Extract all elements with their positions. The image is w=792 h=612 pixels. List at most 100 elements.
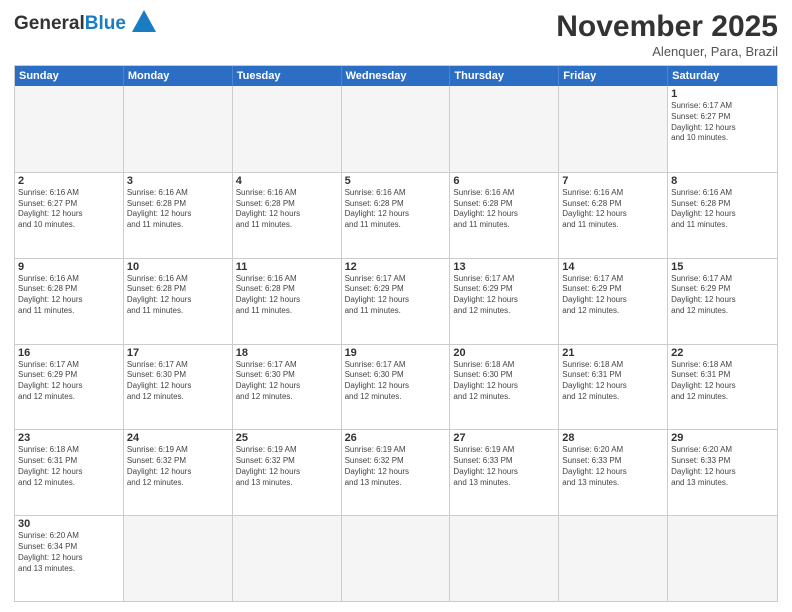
header-day-tuesday: Tuesday [233, 66, 342, 86]
calendar-row-2: 9Sunrise: 6:16 AMSunset: 6:28 PMDaylight… [15, 258, 777, 344]
calendar-cell: 12Sunrise: 6:17 AMSunset: 6:29 PMDayligh… [342, 259, 451, 344]
calendar-cell [342, 516, 451, 601]
calendar-cell: 16Sunrise: 6:17 AMSunset: 6:29 PMDayligh… [15, 345, 124, 430]
day-info: Sunrise: 6:17 AMSunset: 6:29 PMDaylight:… [18, 360, 120, 403]
calendar-cell: 14Sunrise: 6:17 AMSunset: 6:29 PMDayligh… [559, 259, 668, 344]
day-info: Sunrise: 6:16 AMSunset: 6:28 PMDaylight:… [236, 274, 338, 317]
day-number: 25 [236, 432, 338, 444]
calendar-cell: 15Sunrise: 6:17 AMSunset: 6:29 PMDayligh… [668, 259, 777, 344]
day-info: Sunrise: 6:16 AMSunset: 6:28 PMDaylight:… [236, 188, 338, 231]
day-number: 15 [671, 261, 774, 273]
calendar-cell: 8Sunrise: 6:16 AMSunset: 6:28 PMDaylight… [668, 173, 777, 258]
calendar-cell [450, 516, 559, 601]
day-info: Sunrise: 6:20 AMSunset: 6:34 PMDaylight:… [18, 531, 120, 574]
logo: GeneralBlue [14, 10, 160, 38]
calendar-cell: 10Sunrise: 6:16 AMSunset: 6:28 PMDayligh… [124, 259, 233, 344]
calendar-cell: 26Sunrise: 6:19 AMSunset: 6:32 PMDayligh… [342, 430, 451, 515]
calendar-cell [15, 86, 124, 172]
header: GeneralBlue November 2025 Alenquer, Para… [14, 10, 778, 59]
day-number: 11 [236, 261, 338, 273]
header-day-friday: Friday [559, 66, 668, 86]
calendar-cell: 11Sunrise: 6:16 AMSunset: 6:28 PMDayligh… [233, 259, 342, 344]
calendar-body: 1Sunrise: 6:17 AMSunset: 6:27 PMDaylight… [15, 86, 777, 601]
header-day-wednesday: Wednesday [342, 66, 451, 86]
day-number: 3 [127, 175, 229, 187]
day-number: 1 [671, 88, 774, 100]
calendar-cell: 23Sunrise: 6:18 AMSunset: 6:31 PMDayligh… [15, 430, 124, 515]
subtitle: Alenquer, Para, Brazil [556, 44, 778, 59]
calendar-cell: 17Sunrise: 6:17 AMSunset: 6:30 PMDayligh… [124, 345, 233, 430]
day-number: 12 [345, 261, 447, 273]
day-number: 21 [562, 347, 664, 359]
day-number: 4 [236, 175, 338, 187]
logo-row: GeneralBlue [14, 10, 160, 38]
calendar: SundayMondayTuesdayWednesdayThursdayFrid… [14, 65, 778, 602]
calendar-cell: 5Sunrise: 6:16 AMSunset: 6:28 PMDaylight… [342, 173, 451, 258]
day-number: 28 [562, 432, 664, 444]
day-info: Sunrise: 6:17 AMSunset: 6:29 PMDaylight:… [671, 274, 774, 317]
calendar-header: SundayMondayTuesdayWednesdayThursdayFrid… [15, 66, 777, 86]
calendar-cell: 20Sunrise: 6:18 AMSunset: 6:30 PMDayligh… [450, 345, 559, 430]
day-number: 24 [127, 432, 229, 444]
calendar-cell: 30Sunrise: 6:20 AMSunset: 6:34 PMDayligh… [15, 516, 124, 601]
calendar-row-0: 1Sunrise: 6:17 AMSunset: 6:27 PMDaylight… [15, 86, 777, 172]
calendar-cell: 24Sunrise: 6:19 AMSunset: 6:32 PMDayligh… [124, 430, 233, 515]
calendar-cell [124, 516, 233, 601]
day-number: 22 [671, 347, 774, 359]
day-info: Sunrise: 6:19 AMSunset: 6:32 PMDaylight:… [127, 445, 229, 488]
day-number: 30 [18, 518, 120, 530]
day-info: Sunrise: 6:17 AMSunset: 6:30 PMDaylight:… [236, 360, 338, 403]
day-info: Sunrise: 6:18 AMSunset: 6:31 PMDaylight:… [562, 360, 664, 403]
day-number: 20 [453, 347, 555, 359]
day-info: Sunrise: 6:16 AMSunset: 6:28 PMDaylight:… [127, 188, 229, 231]
calendar-row-5: 30Sunrise: 6:20 AMSunset: 6:34 PMDayligh… [15, 515, 777, 601]
day-info: Sunrise: 6:16 AMSunset: 6:27 PMDaylight:… [18, 188, 120, 231]
day-info: Sunrise: 6:17 AMSunset: 6:27 PMDaylight:… [671, 101, 774, 144]
logo-general: GeneralBlue [14, 13, 126, 35]
day-number: 16 [18, 347, 120, 359]
day-info: Sunrise: 6:20 AMSunset: 6:33 PMDaylight:… [671, 445, 774, 488]
calendar-cell: 28Sunrise: 6:20 AMSunset: 6:33 PMDayligh… [559, 430, 668, 515]
day-info: Sunrise: 6:17 AMSunset: 6:29 PMDaylight:… [345, 274, 447, 317]
calendar-cell [233, 86, 342, 172]
day-number: 8 [671, 175, 774, 187]
calendar-cell [342, 86, 451, 172]
calendar-cell [450, 86, 559, 172]
logo-icon [128, 6, 160, 38]
day-number: 17 [127, 347, 229, 359]
calendar-cell: 21Sunrise: 6:18 AMSunset: 6:31 PMDayligh… [559, 345, 668, 430]
header-day-monday: Monday [124, 66, 233, 86]
day-info: Sunrise: 6:19 AMSunset: 6:33 PMDaylight:… [453, 445, 555, 488]
calendar-cell [559, 86, 668, 172]
day-number: 13 [453, 261, 555, 273]
calendar-cell: 29Sunrise: 6:20 AMSunset: 6:33 PMDayligh… [668, 430, 777, 515]
calendar-row-4: 23Sunrise: 6:18 AMSunset: 6:31 PMDayligh… [15, 429, 777, 515]
calendar-row-3: 16Sunrise: 6:17 AMSunset: 6:29 PMDayligh… [15, 344, 777, 430]
calendar-cell [559, 516, 668, 601]
day-info: Sunrise: 6:18 AMSunset: 6:31 PMDaylight:… [671, 360, 774, 403]
calendar-cell: 4Sunrise: 6:16 AMSunset: 6:28 PMDaylight… [233, 173, 342, 258]
logo-content: GeneralBlue [14, 10, 160, 38]
calendar-cell: 1Sunrise: 6:17 AMSunset: 6:27 PMDaylight… [668, 86, 777, 172]
day-info: Sunrise: 6:16 AMSunset: 6:28 PMDaylight:… [671, 188, 774, 231]
calendar-cell: 9Sunrise: 6:16 AMSunset: 6:28 PMDaylight… [15, 259, 124, 344]
calendar-cell: 13Sunrise: 6:17 AMSunset: 6:29 PMDayligh… [450, 259, 559, 344]
month-title: November 2025 [556, 10, 778, 44]
calendar-cell: 18Sunrise: 6:17 AMSunset: 6:30 PMDayligh… [233, 345, 342, 430]
calendar-cell: 7Sunrise: 6:16 AMSunset: 6:28 PMDaylight… [559, 173, 668, 258]
day-number: 14 [562, 261, 664, 273]
day-info: Sunrise: 6:20 AMSunset: 6:33 PMDaylight:… [562, 445, 664, 488]
day-number: 9 [18, 261, 120, 273]
calendar-cell: 19Sunrise: 6:17 AMSunset: 6:30 PMDayligh… [342, 345, 451, 430]
calendar-cell: 6Sunrise: 6:16 AMSunset: 6:28 PMDaylight… [450, 173, 559, 258]
calendar-cell: 3Sunrise: 6:16 AMSunset: 6:28 PMDaylight… [124, 173, 233, 258]
calendar-cell: 22Sunrise: 6:18 AMSunset: 6:31 PMDayligh… [668, 345, 777, 430]
calendar-cell: 25Sunrise: 6:19 AMSunset: 6:32 PMDayligh… [233, 430, 342, 515]
day-info: Sunrise: 6:16 AMSunset: 6:28 PMDaylight:… [18, 274, 120, 317]
calendar-cell: 2Sunrise: 6:16 AMSunset: 6:27 PMDaylight… [15, 173, 124, 258]
day-number: 18 [236, 347, 338, 359]
calendar-cell [233, 516, 342, 601]
day-info: Sunrise: 6:16 AMSunset: 6:28 PMDaylight:… [345, 188, 447, 231]
day-number: 19 [345, 347, 447, 359]
day-number: 6 [453, 175, 555, 187]
